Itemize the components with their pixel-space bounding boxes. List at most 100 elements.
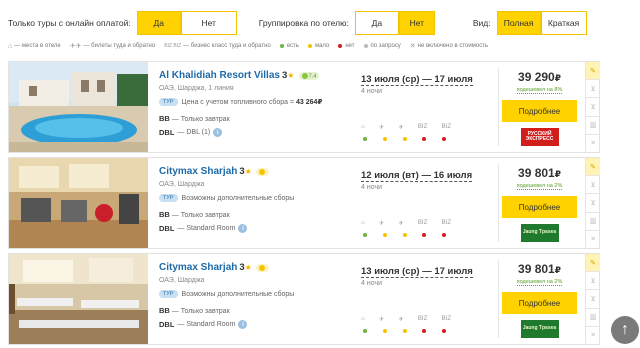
house-icon: ⌂ [361, 316, 365, 322]
date-range-link[interactable]: 13 июля (ср) — 17 июля [361, 266, 473, 278]
nights-count: 4 ночи [361, 184, 382, 191]
business-back-icon: BIZ [441, 124, 451, 130]
availability-dots [363, 329, 449, 333]
hotel-info: Al Khalidiah Resort Villas 3★ 7.4 ОАЭ, Ша… [159, 70, 359, 137]
smiley-icon [259, 168, 266, 175]
group-by-hotel-toggle: Да Нет [354, 11, 435, 35]
plane-back-icon: ✈ [398, 221, 404, 227]
availability-dot [442, 329, 446, 333]
hotel-location: ОАЭ, Шарджа, 1 линия [159, 85, 234, 92]
smiley-icon [259, 264, 266, 271]
cart-icon[interactable]: ⊻ [586, 290, 600, 309]
online-yes-button[interactable]: Да [136, 11, 181, 35]
price-box: 39 801₽ подешевел на 2% Подробнее Jaung … [501, 262, 578, 338]
hotel-name-link[interactable]: Citymax Sharjah [159, 166, 237, 177]
view-full-button[interactable]: Полная [496, 11, 541, 35]
scroll-to-top-button[interactable]: ↑ [611, 316, 639, 344]
date-range-link[interactable]: 12 июля (вт) — 16 июля [361, 170, 473, 182]
group-no-button[interactable]: Нет [398, 11, 435, 35]
price-drop-link[interactable]: подешевел на 2% [516, 279, 563, 286]
chart-icon[interactable]: ▥ [586, 309, 600, 327]
few-dot-icon [307, 44, 312, 48]
plane-out-icon: ✈ [379, 317, 385, 323]
info-icon[interactable]: i [238, 320, 248, 329]
legend: ⌂ — места в отеле ✈✈ — билеты туда и обрат… [8, 42, 489, 51]
edit-icon[interactable]: ✎ [586, 62, 600, 81]
price-note: ТУР Цена с учетом топливного сбора = 43 … [159, 98, 359, 106]
availability-dot [422, 329, 427, 333]
availability-dot [363, 137, 367, 141]
info-icon[interactable]: i [238, 224, 248, 233]
cross-icon: ✕ [409, 43, 416, 50]
price-note: ТУР Возможны дополнительные сборы [159, 290, 359, 298]
availability-dot [382, 329, 387, 333]
cart-icon[interactable]: ⊻ [586, 98, 600, 117]
cart-icon[interactable]: ⊻ [586, 272, 600, 291]
price-box: 39 801₽ подешевел на 2% Подробнее Jaung … [501, 166, 578, 242]
rating-badge: 7.4 [298, 71, 320, 81]
details-button[interactable]: Подробнее [502, 196, 577, 218]
availability-icons: ⌂ ✈ ✈ BIZ BIZ [361, 124, 451, 131]
online-no-button[interactable]: Нет [180, 11, 237, 35]
group-yes-button[interactable]: Да [354, 11, 399, 35]
tour-price: 39 801₽ [518, 262, 561, 276]
tour-tag: ТУР [159, 98, 178, 106]
availability-dot [363, 329, 367, 333]
available-dot-icon [279, 44, 284, 48]
edit-icon[interactable]: ✎ [586, 254, 600, 273]
divider [498, 260, 499, 338]
menu-icon[interactable]: ≡ [586, 231, 600, 248]
hotel-photo[interactable] [9, 62, 148, 152]
tour-tag: ТУР [159, 290, 178, 298]
hotel-info: Citymax Sharjah 3★ ОАЭ, Шарджа ТУР Возмож… [159, 262, 359, 329]
hotel-location: ОАЭ, Шарджа [159, 181, 205, 188]
price-drop-link[interactable]: подешевел на 8% [516, 87, 563, 94]
hotel-location: ОАЭ, Шарджа [159, 277, 205, 284]
smiley-icon [301, 72, 308, 79]
menu-icon[interactable]: ≡ [586, 327, 600, 344]
availability-dot [363, 233, 367, 237]
edit-icon[interactable]: ✎ [586, 158, 600, 177]
none-dot-icon [338, 44, 343, 48]
house-icon: ⌂ [361, 124, 365, 130]
tour-price: 39 290₽ [518, 70, 561, 84]
online-payment-label: Только туры с онлайн оплатой: [8, 18, 131, 28]
chart-icon[interactable]: ▥ [586, 213, 600, 231]
hotel-name-link[interactable]: Citymax Sharjah [159, 262, 237, 273]
price-drop-link[interactable]: подешевел на 2% [516, 183, 563, 190]
plane-back-icon: ✈ [398, 125, 404, 131]
availability-dot [422, 233, 427, 237]
business-back-icon: BIZ [441, 220, 451, 226]
meal-plan: BB — Только завтрак [159, 114, 230, 123]
view-short-button[interactable]: Краткая [540, 11, 587, 35]
info-icon[interactable]: i [213, 128, 223, 137]
details-button[interactable]: Подробнее [502, 100, 577, 122]
details-button[interactable]: Подробнее [502, 292, 577, 314]
menu-icon[interactable]: ≡ [586, 135, 600, 152]
tour-card: Al Khalidiah Resort Villas 3★ 7.4 ОАЭ, Ша… [8, 61, 600, 153]
hotel-name-link[interactable]: Al Khalidiah Resort Villas [159, 70, 280, 81]
date-range-link[interactable]: 13 июля (ср) — 17 июля [361, 74, 473, 86]
hotel-photo[interactable] [9, 254, 148, 344]
nights-count: 4 ночи [361, 88, 382, 95]
availability-dot [422, 137, 427, 141]
plane-icon: ✈✈ [69, 43, 82, 50]
chart-icon[interactable]: ▥ [586, 117, 600, 135]
cart-icon[interactable]: ⊻ [586, 80, 600, 99]
plane-out-icon: ✈ [379, 221, 385, 227]
hotel-photo[interactable] [9, 158, 148, 248]
cart-icon[interactable]: ⊻ [586, 176, 600, 195]
cart-icon[interactable]: ⊻ [586, 194, 600, 213]
tour-card: Citymax Sharjah 3★ ОАЭ, Шарджа ТУР Возмож… [8, 157, 600, 249]
availability-dot [402, 137, 407, 141]
online-payment-toggle: Да Нет [136, 11, 237, 35]
card-actions: ✎ ⊻ ⊻ ▥ ≡ [585, 62, 600, 152]
arrow-up-icon: ↑ [621, 321, 629, 338]
room-type: DBL — DBL (1) i [159, 128, 359, 137]
availability-icons: ⌂ ✈ ✈ BIZ BIZ [361, 220, 451, 227]
house-icon: ⌂ [8, 42, 13, 50]
card-actions: ✎ ⊻ ⊻ ▥ ≡ [585, 254, 600, 344]
room-type: DBL — Standard Room i [159, 224, 359, 233]
business-out-icon: BIZ [417, 316, 428, 322]
view-label: Вид: [472, 18, 491, 28]
